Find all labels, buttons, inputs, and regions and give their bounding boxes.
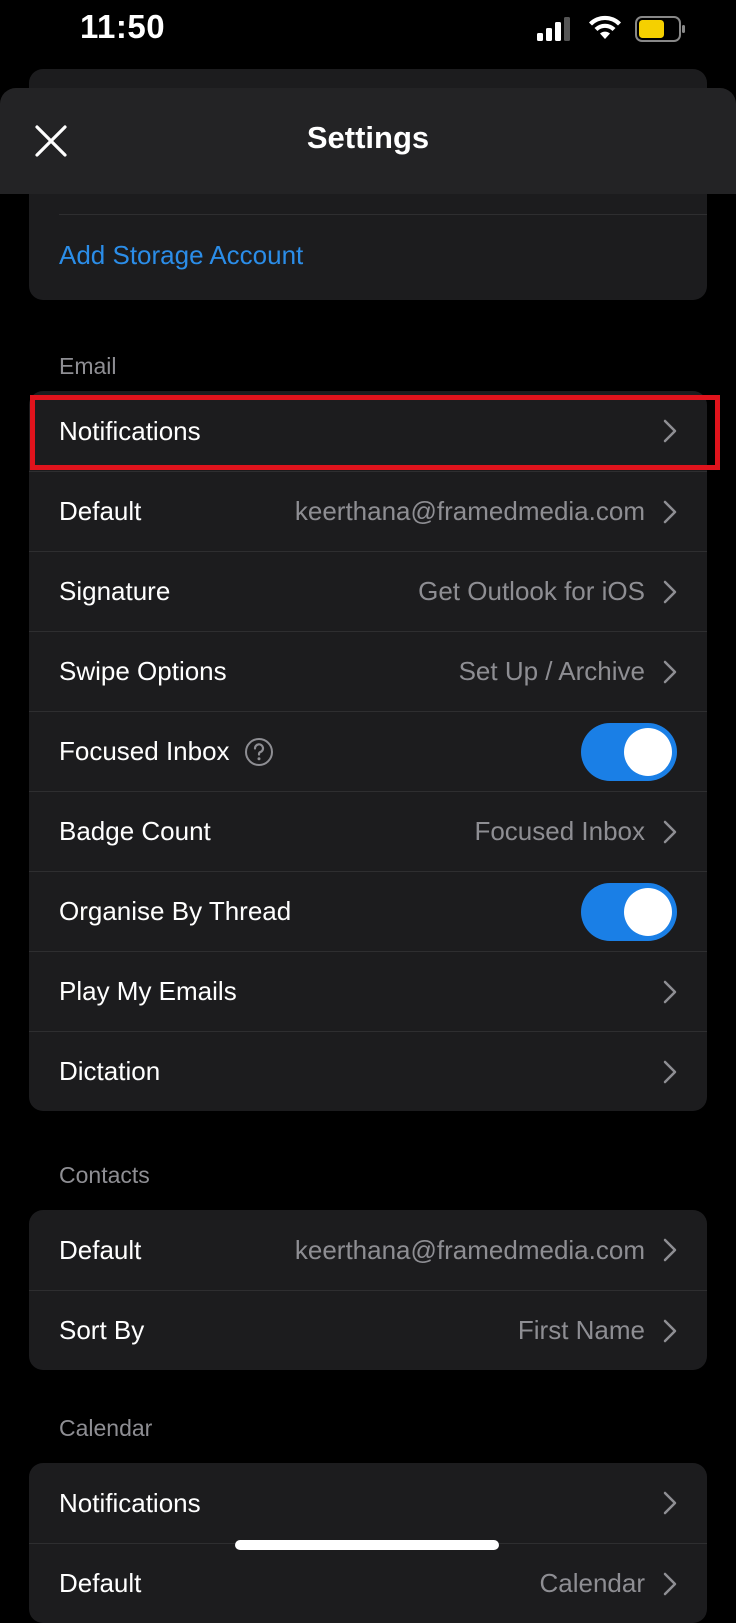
row-value: Get Outlook for iOS xyxy=(418,576,645,606)
chevron-right-icon xyxy=(663,1319,677,1342)
section-label-contacts: Contacts xyxy=(59,1162,150,1188)
row-label: Focused Inbox xyxy=(59,736,230,766)
status-bar: 11:50 xyxy=(0,0,736,60)
row-label: Swipe Options xyxy=(59,656,227,686)
wifi-icon xyxy=(589,15,621,39)
focused-inbox-row: Focused Inbox xyxy=(29,711,707,791)
signature-row[interactable]: Signature Get Outlook for iOS xyxy=(29,551,707,631)
organise-by-thread-row: Organise By Thread xyxy=(29,871,707,951)
signal-icon xyxy=(537,17,570,41)
swipe-options-row[interactable]: Swipe Options Set Up / Archive xyxy=(29,631,707,711)
email-group: Notifications Default keerthana@framedme… xyxy=(29,391,707,1111)
chevron-right-icon xyxy=(663,419,677,443)
contacts-group: Default keerthana@framedmedia.com Sort B… xyxy=(29,1210,707,1370)
organise-by-thread-toggle[interactable] xyxy=(581,882,677,941)
focused-inbox-toggle[interactable] xyxy=(581,722,677,781)
page-title: Settings xyxy=(306,120,430,155)
status-time: 11:50 xyxy=(80,8,166,45)
row-label: Badge Count xyxy=(59,816,211,846)
storage-group: Add Storage Account xyxy=(29,194,707,300)
row-label: Notifications xyxy=(59,1487,201,1518)
chevron-right-icon xyxy=(663,580,677,603)
chevron-right-icon xyxy=(663,980,677,1003)
help-icon[interactable] xyxy=(244,737,274,767)
home-indicator xyxy=(235,1540,499,1550)
sort-by-row[interactable]: Sort By First Name xyxy=(29,1290,707,1370)
row-label: Organise By Thread xyxy=(59,896,292,926)
row-label: Default xyxy=(59,1568,142,1598)
section-label-calendar: Calendar xyxy=(59,1415,153,1441)
badge-count-row[interactable]: Badge Count Focused Inbox xyxy=(29,791,707,871)
toggle-knob xyxy=(624,887,672,936)
row-value: Focused Inbox xyxy=(474,816,645,846)
chevron-right-icon xyxy=(663,1060,677,1083)
chevron-right-icon xyxy=(663,1238,677,1262)
calendar-default-row[interactable]: Default Calendar xyxy=(29,1543,707,1623)
email-default-account-row[interactable]: Default keerthana@framedmedia.com xyxy=(29,471,707,551)
row-value: keerthana@framedmedia.com xyxy=(294,1234,645,1265)
row-label: Sort By xyxy=(59,1315,145,1345)
row-label: Default xyxy=(59,496,142,526)
chevron-right-icon xyxy=(663,500,677,523)
chevron-right-icon xyxy=(663,1491,677,1515)
row-value: Set Up / Archive xyxy=(458,656,645,686)
row-label: Play My Emails xyxy=(59,976,237,1006)
chevron-right-icon xyxy=(663,820,677,843)
battery-icon xyxy=(635,16,685,42)
add-storage-account-label: Add Storage Account xyxy=(59,239,304,270)
section-label-email: Email xyxy=(59,353,117,379)
row-value: keerthana@framedmedia.com xyxy=(294,496,645,526)
row-value: First Name xyxy=(517,1315,645,1345)
calendar-notifications-row[interactable]: Notifications xyxy=(29,1463,707,1543)
row-value: Calendar xyxy=(539,1568,645,1598)
row-label: Signature xyxy=(59,576,171,606)
chevron-right-icon xyxy=(663,660,677,683)
row-label: Default xyxy=(59,1234,142,1265)
toggle-knob xyxy=(624,727,672,776)
row-label: Notifications xyxy=(59,415,201,446)
dictation-row[interactable]: Dictation xyxy=(29,1031,707,1111)
contacts-default-account-row[interactable]: Default keerthana@framedmedia.com xyxy=(29,1210,707,1290)
play-my-emails-row[interactable]: Play My Emails xyxy=(29,951,707,1031)
email-notifications-row[interactable]: Notifications xyxy=(29,391,707,471)
add-storage-account-link[interactable]: Add Storage Account xyxy=(29,215,707,295)
row-label: Dictation xyxy=(59,1056,161,1086)
sheet-header: Settings xyxy=(0,88,736,194)
chevron-right-icon xyxy=(663,1572,677,1595)
